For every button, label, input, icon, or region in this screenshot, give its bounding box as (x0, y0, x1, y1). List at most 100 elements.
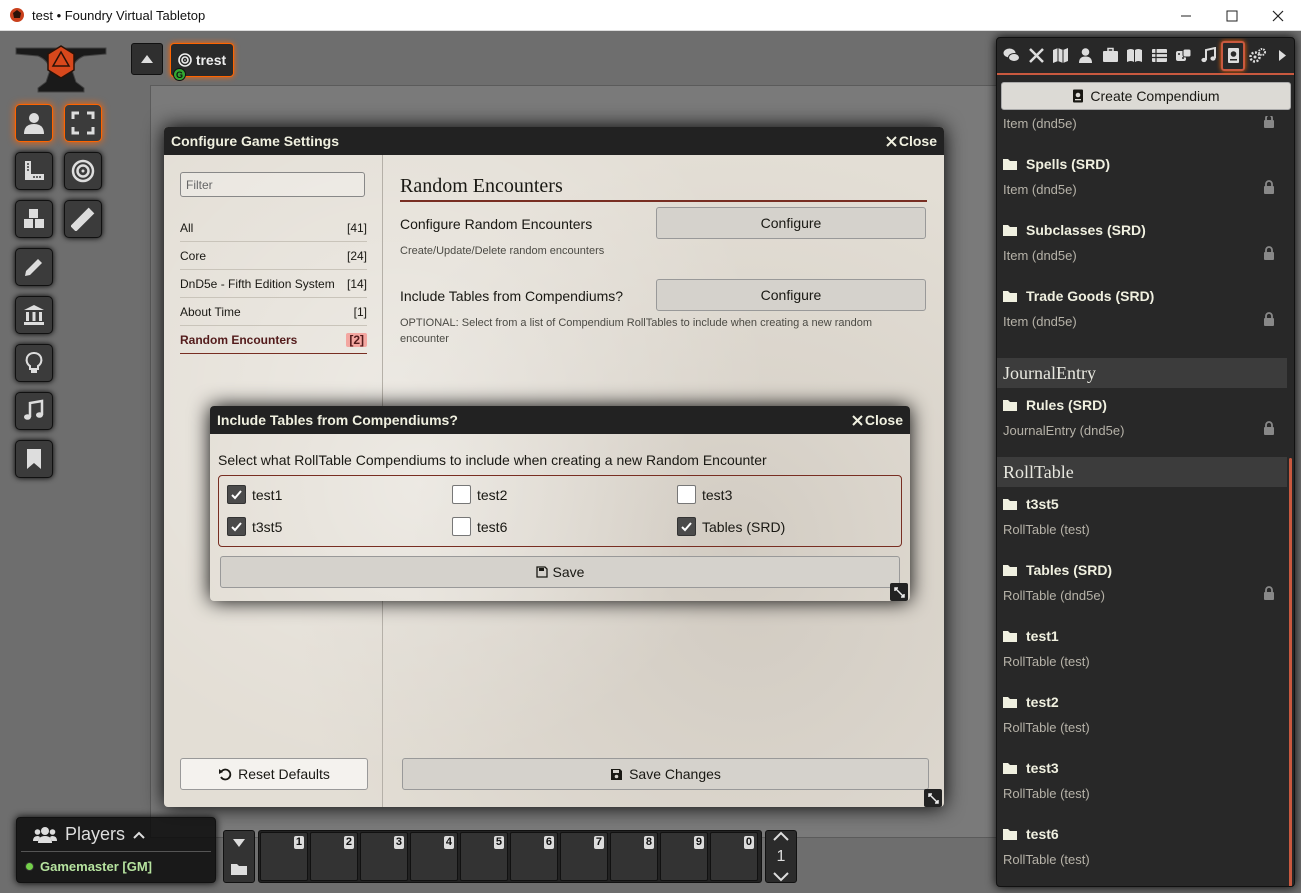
compendium-pack[interactable]: test2 RollTable (test) (997, 694, 1287, 760)
macro-slot[interactable]: 7 (560, 832, 608, 881)
tab-cards[interactable] (1172, 41, 1196, 71)
compendium-pack[interactable]: test6 RollTable (test) (997, 826, 1287, 886)
compendium-pack[interactable]: Item (dnd5e) (997, 116, 1287, 156)
category-label: Core (180, 248, 207, 263)
folder-icon (1003, 499, 1017, 510)
hotbar-directory-controls (223, 830, 255, 883)
pack-name-row: test2 (1003, 694, 1059, 710)
tables-resize-handle[interactable] (890, 583, 908, 601)
player-name: Gamemaster [GM] (40, 858, 152, 874)
tiles-controls-button[interactable] (15, 200, 53, 238)
compendium-pack[interactable]: Rules (SRD) JournalEntry (dnd5e) (997, 397, 1287, 463)
checkbox-test2[interactable]: test2 (452, 485, 507, 504)
lightbulb-icon (25, 352, 43, 373)
checkbox-box[interactable] (677, 517, 696, 536)
macro-slot[interactable]: 8 (610, 832, 658, 881)
tab-compendium[interactable] (1221, 40, 1245, 71)
macro-slot[interactable]: 6 (510, 832, 558, 881)
checkbox-t3st5[interactable]: t3st5 (227, 517, 282, 536)
tab-combat[interactable] (1025, 41, 1049, 71)
tab-chat[interactable] (1000, 41, 1024, 71)
macro-slot[interactable]: 0 (710, 832, 758, 881)
settings-resize-handle[interactable] (924, 789, 942, 807)
lock-icon (1264, 116, 1274, 128)
collapse-sidebar-button[interactable] (1270, 41, 1294, 71)
target-controls-button[interactable] (64, 152, 102, 190)
check-icon (231, 490, 242, 500)
drawing-controls-button[interactable] (15, 248, 53, 286)
minimize-button[interactable] (1163, 0, 1209, 31)
navigation-toggle-button[interactable] (131, 43, 163, 75)
settings-close-button[interactable]: Close (886, 133, 937, 149)
category-dnd5e[interactable]: DnD5e - Fifth Edition System [14] (180, 270, 367, 298)
tables-close-button[interactable]: Close (852, 412, 903, 428)
chevron-down-icon[interactable] (773, 872, 789, 882)
configure-tables-button[interactable]: Configure (656, 279, 926, 311)
checkbox-test3[interactable]: test3 (677, 485, 732, 504)
checkbox-box[interactable] (227, 517, 246, 536)
compendium-pack[interactable]: Spells (SRD) Item (dnd5e) (997, 156, 1287, 222)
save-changes-button[interactable]: Save Changes (402, 758, 929, 790)
game-canvas[interactable]: trest G Configure Game Settings Close Al… (0, 31, 1301, 893)
checkbox-box[interactable] (452, 517, 471, 536)
tab-settings[interactable] (1246, 41, 1270, 71)
pack-type: Item (dnd5e) (1003, 182, 1077, 197)
checkbox-tables-srd[interactable]: Tables (SRD) (677, 517, 785, 536)
macro-slot[interactable]: 5 (460, 832, 508, 881)
reset-defaults-button[interactable]: Reset Defaults (180, 758, 368, 790)
category-random-encounters[interactable]: Random Encounters [2] (180, 326, 367, 354)
folder-icon (1003, 631, 1017, 642)
compendium-pack[interactable]: t3st5 RollTable (test) (997, 496, 1287, 562)
tab-journal[interactable] (1123, 41, 1147, 71)
macro-slot[interactable]: 9 (660, 832, 708, 881)
macro-slot[interactable]: 1 (260, 832, 308, 881)
category-about-time[interactable]: About Time [1] (180, 298, 367, 326)
notes-controls-button[interactable] (15, 440, 53, 478)
lighting-controls-button[interactable] (15, 344, 53, 382)
caret-down-icon[interactable] (233, 838, 245, 847)
create-compendium-button[interactable]: Create Compendium (1001, 82, 1291, 110)
folder-icon[interactable] (231, 862, 247, 875)
measure-controls-button[interactable] (15, 152, 53, 190)
settings-window-header[interactable]: Configure Game Settings Close (164, 127, 944, 155)
category-all[interactable]: All [41] (180, 214, 367, 242)
select-targets-button[interactable] (64, 104, 102, 142)
checkbox-box[interactable] (452, 485, 471, 504)
tab-playlists[interactable] (1197, 41, 1221, 71)
chevron-up-icon[interactable] (773, 831, 789, 841)
ruler-button[interactable] (64, 200, 102, 238)
tab-actors[interactable] (1074, 41, 1098, 71)
maximize-button[interactable] (1209, 0, 1255, 31)
compendium-pack[interactable]: Tables (SRD) RollTable (dnd5e) (997, 562, 1287, 628)
pack-type: JournalEntry (dnd5e) (1003, 423, 1125, 438)
tab-items[interactable] (1098, 41, 1122, 71)
checkbox-test6[interactable]: test6 (452, 517, 507, 536)
category-core[interactable]: Core [24] (180, 242, 367, 270)
tab-scenes[interactable] (1049, 41, 1073, 71)
settings-filter-input[interactable] (180, 172, 365, 197)
map-icon (1053, 48, 1069, 63)
compendium-pack[interactable]: test3 RollTable (test) (997, 760, 1287, 826)
checkbox-test1[interactable]: test1 (227, 485, 282, 504)
compendium-pack[interactable]: test1 RollTable (test) (997, 628, 1287, 694)
tab-tables[interactable] (1147, 41, 1171, 71)
sounds-controls-button[interactable] (15, 392, 53, 430)
configure-encounters-button[interactable]: Configure (656, 207, 926, 239)
compendium-pack[interactable]: Trade Goods (SRD) Item (dnd5e) (997, 288, 1287, 354)
players-header[interactable]: Players (21, 818, 211, 852)
walls-controls-button[interactable] (15, 296, 53, 334)
checkbox-box[interactable] (227, 485, 246, 504)
compendium-pack[interactable]: Subclasses (SRD) Item (dnd5e) (997, 222, 1287, 288)
macro-slot[interactable]: 4 (410, 832, 458, 881)
checkbox-box[interactable] (677, 485, 696, 504)
sidebar-scrollbar[interactable] (1289, 458, 1292, 886)
macro-slot[interactable]: 2 (310, 832, 358, 881)
token-controls-button[interactable] (15, 104, 53, 142)
window-close-button[interactable] (1255, 0, 1301, 31)
tables-save-button[interactable]: Save (220, 556, 900, 588)
macro-slot-key: 5 (493, 836, 504, 849)
scene-tab-trest[interactable]: trest G (170, 43, 234, 81)
tables-window-header[interactable]: Include Tables from Compendiums? Close (210, 406, 910, 434)
player-item[interactable]: Gamemaster [GM] (17, 852, 215, 880)
macro-slot[interactable]: 3 (360, 832, 408, 881)
